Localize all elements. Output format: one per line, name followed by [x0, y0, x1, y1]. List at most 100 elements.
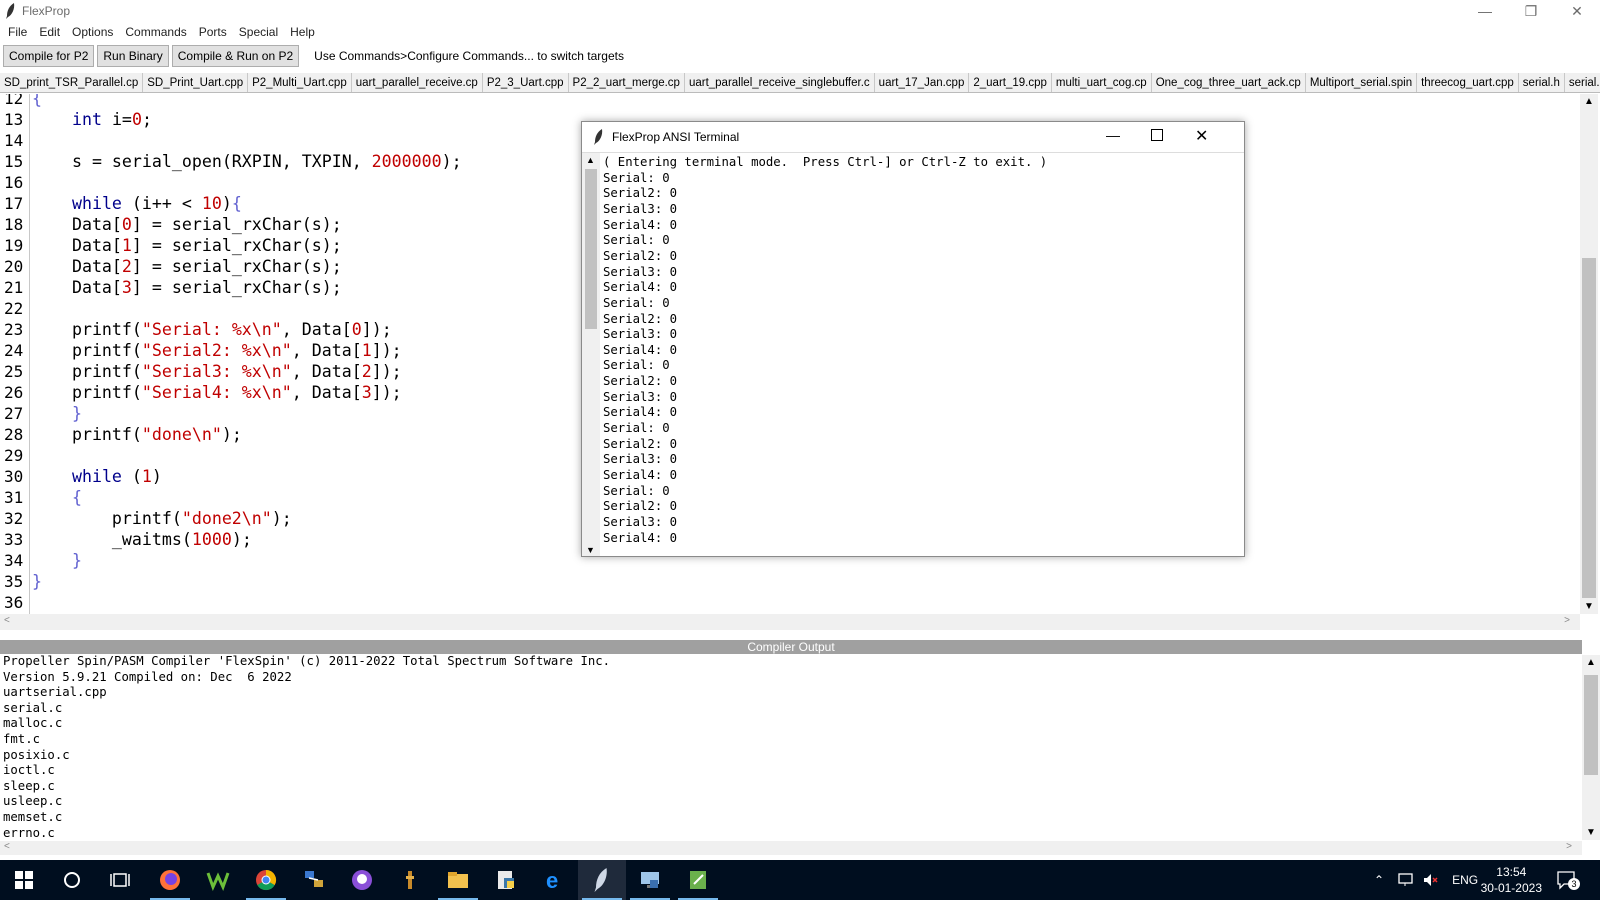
scroll-thumb[interactable] [1582, 258, 1596, 598]
search-circle-icon [64, 872, 80, 888]
menu-options[interactable]: Options [66, 25, 119, 39]
line-number: 14 [4, 131, 24, 150]
close-button[interactable]: ✕ [1554, 0, 1600, 22]
output-line: memset.c [3, 810, 63, 824]
menu-file[interactable]: File [2, 25, 33, 39]
run-binary-button[interactable]: Run Binary [97, 45, 169, 67]
code-text: printf("Serial: %x\n", Data[0]); [32, 320, 392, 339]
taskbar-python[interactable] [482, 860, 530, 900]
scroll-right-arrow-icon[interactable]: > [1564, 615, 1570, 626]
tab[interactable]: threecog_uart.cpp [1417, 73, 1519, 92]
terminal-scrollbar[interactable]: ▲ ▼ [582, 153, 600, 556]
taskbar-file-explorer[interactable] [434, 860, 482, 900]
tray-expand-icon[interactable]: ⌃ [1374, 873, 1384, 887]
restore-button[interactable]: ❐ [1508, 0, 1554, 22]
editor-horizontal-scrollbar[interactable]: < > [0, 614, 1580, 630]
language-indicator[interactable]: ENG [1452, 873, 1478, 887]
start-button[interactable] [0, 860, 48, 900]
terminal-close-button[interactable]: ✕ [1195, 126, 1208, 146]
terminal-line: Serial4: 0 [603, 405, 678, 420]
taskbar-tool[interactable] [386, 860, 434, 900]
file-tabs: SD_print_TSR_Parallel.cp SD_Print_Uart.cp… [0, 73, 1600, 93]
scroll-up-arrow-icon[interactable]: ▲ [1584, 96, 1594, 107]
output-horizontal-scrollbar[interactable]: < > [0, 841, 1582, 855]
menu-edit[interactable]: Edit [33, 25, 66, 39]
scroll-down-arrow-icon[interactable]: ▼ [586, 545, 595, 555]
tab[interactable]: One_cog_three_uart_ack.cp [1151, 73, 1306, 92]
editor-vertical-scrollbar[interactable]: ▲ ▼ [1580, 94, 1598, 614]
code-text: Data[3] = serial_rxChar(s); [32, 278, 342, 297]
code-text: } [32, 572, 42, 591]
feather-icon [594, 129, 603, 145]
terminal-maximize-button[interactable] [1151, 129, 1163, 141]
minimize-button[interactable]: — [1462, 0, 1508, 22]
output-line: Version 5.9.21 Compiled on: Dec 6 2022 [3, 669, 292, 684]
terminal-output[interactable]: ▲ ▼ ( Entering terminal mode. Press Ctrl… [582, 152, 1244, 556]
menu-ports[interactable]: Ports [193, 25, 233, 39]
menu-help[interactable]: Help [284, 25, 321, 39]
code-text: printf("done2\n"); [32, 509, 292, 528]
scroll-down-arrow-icon[interactable]: ▼ [1584, 601, 1594, 612]
scroll-left-arrow-icon[interactable]: < [4, 841, 10, 852]
scroll-up-arrow-icon[interactable]: ▲ [586, 155, 595, 165]
menu-commands[interactable]: Commands [119, 25, 192, 39]
terminal-minimize-button[interactable]: — [1106, 127, 1120, 143]
line-number: 18 [4, 215, 24, 234]
code-text: while (1) [71, 467, 162, 486]
tab[interactable]: P2_3_Uart.cpp [482, 73, 569, 92]
tab[interactable]: SD_Print_Uart.cpp [143, 73, 249, 92]
terminal-window[interactable]: FlexProp ANSI Terminal — ✕ ▲ ▼ ( Enterin… [581, 121, 1245, 557]
tab[interactable]: P2_Multi_Uart.cpp [248, 73, 352, 92]
tab[interactable]: uart_parallel_receive_singlebuffer.c [684, 73, 875, 92]
tab[interactable]: SD_print_TSR_Parallel.cp [0, 73, 144, 92]
taskbar-chrome[interactable] [242, 860, 290, 900]
scroll-down-arrow-icon[interactable]: ▼ [1586, 827, 1596, 838]
volume-muted-icon[interactable] [1422, 872, 1438, 888]
output-line: uartserial.cpp [3, 685, 107, 700]
terminal-title-bar[interactable]: FlexProp ANSI Terminal — ✕ [582, 122, 1244, 152]
scroll-thumb[interactable] [585, 169, 597, 329]
scroll-right-arrow-icon[interactable]: > [1566, 841, 1572, 852]
taskbar-edge[interactable]: e [530, 860, 578, 900]
compiler-output[interactable]: Propeller Spin/PASM Compiler 'FlexSpin' … [0, 655, 1582, 840]
line-number: 36 [4, 593, 24, 612]
tab[interactable]: P2_2_uart_merge.cp [568, 73, 685, 92]
output-vertical-scrollbar[interactable]: ▲ ▼ [1582, 655, 1600, 840]
terminal-line: Serial4: 0 [603, 468, 678, 482]
menu-special[interactable]: Special [233, 25, 284, 39]
clock[interactable]: 13:54 30-01-2023 [1481, 864, 1542, 896]
tab[interactable]: serial.c [1564, 73, 1600, 92]
code-text: } [71, 404, 82, 423]
notification-count: 3 [1568, 878, 1580, 890]
terminal-line: Serial3: 0 [603, 514, 678, 529]
tab[interactable]: uart_17_Jan.cpp [874, 73, 970, 92]
compile-run-button[interactable]: Compile & Run on P2 [171, 45, 300, 67]
tab[interactable]: 2_uart_19.cpp [969, 73, 1052, 92]
taskbar-firefox[interactable] [146, 860, 194, 900]
taskbar-flexprop[interactable] [578, 860, 626, 900]
taskbar-network-tool[interactable] [290, 860, 338, 900]
code-text: printf("Serial4: %x\n", Data[3]); [32, 383, 402, 402]
terminal-line: Serial3: 0 [603, 327, 678, 342]
taskbar-wps[interactable] [194, 860, 242, 900]
scroll-thumb[interactable] [1584, 675, 1598, 775]
taskbar-notepad[interactable] [674, 860, 722, 900]
flexprop-icon [594, 868, 607, 892]
file-explorer-icon [448, 872, 468, 888]
clock-date: 30-01-2023 [1480, 881, 1542, 895]
scroll-up-arrow-icon[interactable]: ▲ [1586, 657, 1596, 668]
taskbar-remote-desktop[interactable] [626, 860, 674, 900]
terminal-line: Serial: 0 [603, 170, 670, 185]
tab[interactable]: uart_parallel_receive.cp [351, 73, 483, 92]
tab[interactable]: multi_uart_cog.cp [1051, 73, 1152, 92]
scroll-left-arrow-icon[interactable]: < [4, 615, 10, 626]
taskbar-github[interactable] [338, 860, 386, 900]
tab[interactable]: serial.h [1518, 73, 1565, 92]
search-button[interactable] [48, 860, 96, 900]
task-view-button[interactable] [96, 860, 144, 900]
output-line: usleep.c [3, 794, 63, 809]
network-icon[interactable] [1398, 872, 1416, 888]
compile-button[interactable]: Compile for P2 [3, 45, 95, 67]
notifications-button[interactable]: 3 [1556, 870, 1580, 893]
tab[interactable]: Multiport_serial.spin [1305, 73, 1418, 92]
